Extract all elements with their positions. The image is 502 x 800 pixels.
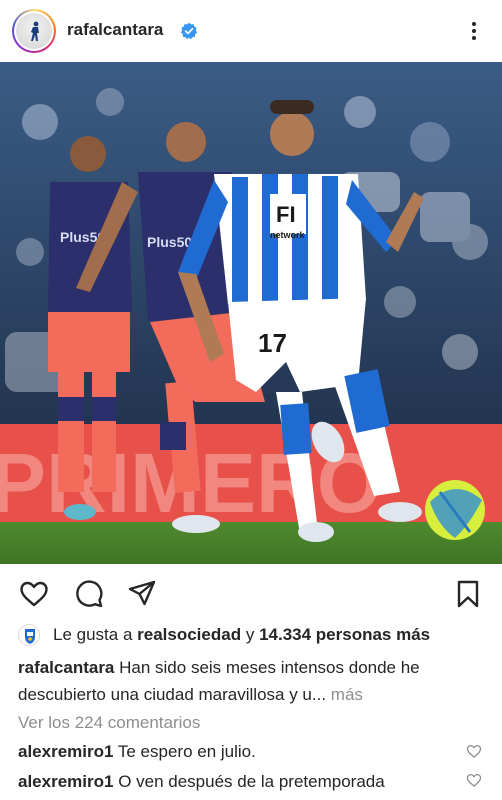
likes-summary[interactable]: Le gusta a realsociedad y 14.334 persona… [18, 623, 430, 647]
liker-avatar [18, 624, 40, 646]
svg-text:network: network [270, 230, 306, 240]
likes-count[interactable]: 14.334 personas más [259, 625, 430, 645]
comment-icon[interactable] [73, 578, 105, 610]
more-options-icon[interactable] [466, 20, 482, 42]
football-photo-icon: PRIMERO Plus500 Plus500 [0, 62, 502, 564]
post-caption: rafalcantara Han sido seis meses intenso… [18, 654, 488, 708]
profile-avatar[interactable] [12, 9, 56, 53]
comment-text: Te espero en julio. [117, 742, 256, 761]
player-silhouette-icon [31, 21, 39, 41]
like-heart-icon[interactable] [18, 578, 50, 610]
view-all-comments-link[interactable]: Ver los 224 comentarios [18, 713, 200, 733]
comment-username[interactable]: alexremiro1 [18, 742, 113, 761]
comment-like-heart-icon[interactable] [466, 772, 482, 788]
comment-username[interactable]: alexremiro1 [18, 772, 113, 791]
club-crest-icon [25, 629, 35, 644]
liker-username[interactable]: realsociedad [137, 625, 241, 645]
save-bookmark-icon[interactable] [452, 578, 484, 610]
comment-like-heart-icon[interactable] [466, 743, 482, 759]
comment-row: alexremiro1 Te espero en julio. [18, 742, 256, 762]
post-actions [0, 572, 502, 616]
post-image[interactable]: PRIMERO Plus500 Plus500 [0, 62, 502, 564]
post-username[interactable]: rafalcantara [67, 20, 163, 40]
likes-connector: y [245, 625, 255, 644]
svg-text:FI: FI [276, 202, 296, 227]
caption-more-link[interactable]: más [331, 685, 363, 704]
comment-row: alexremiro1 O ven después de la pretempo… [18, 772, 385, 792]
post-header: rafalcantara [0, 0, 502, 62]
caption-username[interactable]: rafalcantara [18, 658, 114, 677]
svg-text:17: 17 [258, 328, 287, 358]
likes-prefix: Le gusta a [53, 625, 133, 644]
verified-badge-icon [180, 22, 198, 40]
share-send-icon[interactable] [126, 578, 158, 610]
comment-text: O ven después de la pretemporada [118, 772, 385, 791]
